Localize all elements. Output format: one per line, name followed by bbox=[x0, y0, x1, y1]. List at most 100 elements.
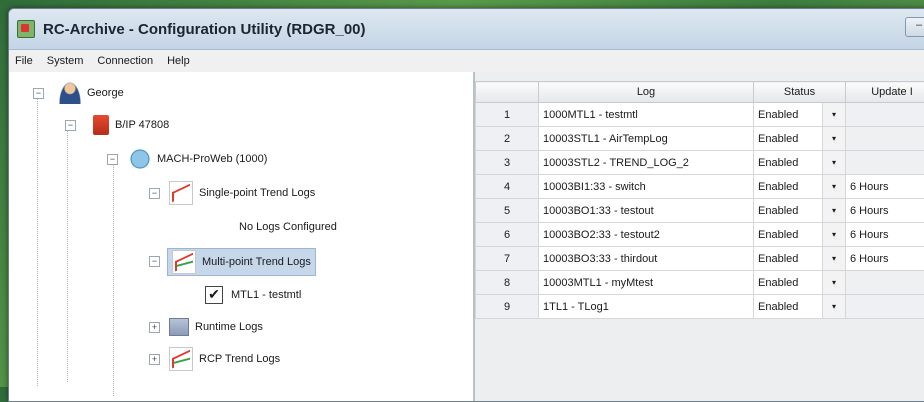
app-window: RC-Archive - Configuration Utility (RDGR… bbox=[8, 8, 924, 402]
update-cell[interactable]: 6 Hours bbox=[846, 247, 924, 271]
device-tree: − George − B/IP 47808 − MACH-ProWeb (100… bbox=[9, 72, 475, 401]
tree-node-root[interactable]: George bbox=[59, 82, 124, 104]
log-cell[interactable]: 10003STL1 - AirTempLog bbox=[539, 127, 754, 151]
table-row[interactable]: 11000MTL1 - testmtlEnabled▾ bbox=[476, 103, 924, 127]
update-cell[interactable] bbox=[846, 151, 924, 175]
status-cell[interactable]: Enabled bbox=[754, 199, 823, 223]
server-icon bbox=[93, 115, 109, 135]
tree-label-controller: MACH-ProWeb (1000) bbox=[157, 153, 267, 165]
window-title: RC-Archive - Configuration Utility (RDGR… bbox=[43, 21, 366, 38]
status-cell[interactable]: Enabled bbox=[754, 103, 823, 127]
network-controller-icon bbox=[129, 148, 151, 170]
expand-icon[interactable]: + bbox=[149, 322, 160, 333]
log-cell[interactable]: 1000MTL1 - testmtl bbox=[539, 103, 754, 127]
dropdown-arrow-icon[interactable]: ▾ bbox=[823, 199, 846, 223]
log-cell[interactable]: 10003BO3:33 - thirdout bbox=[539, 247, 754, 271]
log-grid-pane: Log Status Update I 11000MTL1 - testmtlE… bbox=[475, 72, 924, 401]
log-cell[interactable]: 1TL1 - TLog1 bbox=[539, 295, 754, 319]
row-number: 4 bbox=[476, 175, 539, 199]
status-column-header[interactable]: Status bbox=[754, 82, 846, 103]
table-row[interactable]: 410003BI1:33 - switchEnabled▾6 Hours bbox=[476, 175, 924, 199]
row-number: 5 bbox=[476, 199, 539, 223]
row-number: 8 bbox=[476, 271, 539, 295]
tree-label-rcp: RCP Trend Logs bbox=[199, 353, 280, 365]
tree-label-root: George bbox=[87, 87, 124, 99]
tree-label-device: B/IP 47808 bbox=[115, 119, 169, 131]
collapse-icon[interactable]: − bbox=[65, 120, 76, 131]
status-cell[interactable]: Enabled bbox=[754, 223, 823, 247]
menu-help[interactable]: Help bbox=[167, 55, 190, 67]
menu-system[interactable]: System bbox=[47, 55, 84, 67]
tree-label-mtl1: MTL1 - testmtl bbox=[231, 289, 301, 301]
rcp-trend-icon bbox=[169, 347, 193, 371]
update-cell[interactable]: 6 Hours bbox=[846, 223, 924, 247]
trend-chart-icon bbox=[169, 181, 193, 205]
collapse-icon[interactable]: − bbox=[33, 88, 44, 99]
tree-node-rcp[interactable]: RCP Trend Logs bbox=[169, 348, 280, 370]
status-cell[interactable]: Enabled bbox=[754, 151, 823, 175]
dropdown-arrow-icon[interactable]: ▾ bbox=[823, 271, 846, 295]
app-icon bbox=[17, 20, 35, 38]
tree-node-multi-point[interactable]: Multi-point Trend Logs bbox=[167, 248, 316, 276]
update-cell[interactable] bbox=[846, 295, 924, 319]
menu-file[interactable]: File bbox=[15, 55, 33, 67]
table-row[interactable]: 710003BO3:33 - thirdoutEnabled▾6 Hours bbox=[476, 247, 924, 271]
log-cell[interactable]: 10003BO2:33 - testout2 bbox=[539, 223, 754, 247]
tree-node-no-logs: No Logs Configured bbox=[239, 216, 337, 238]
log-cell[interactable]: 10003MTL1 - myMtest bbox=[539, 271, 754, 295]
tree-label-multi-point: Multi-point Trend Logs bbox=[202, 256, 311, 268]
multi-trend-chart-icon bbox=[172, 250, 196, 274]
minimize-button[interactable]: – bbox=[905, 17, 924, 37]
tree-label-runtime: Runtime Logs bbox=[195, 321, 263, 333]
status-cell[interactable]: Enabled bbox=[754, 271, 823, 295]
table-row[interactable]: 810003MTL1 - myMtestEnabled▾ bbox=[476, 271, 924, 295]
table-row[interactable]: 510003BO1:33 - testoutEnabled▾6 Hours bbox=[476, 199, 924, 223]
dropdown-arrow-icon[interactable]: ▾ bbox=[823, 223, 846, 247]
dropdown-arrow-icon[interactable]: ▾ bbox=[823, 295, 846, 319]
menu-connection[interactable]: Connection bbox=[97, 55, 153, 67]
update-cell[interactable]: 6 Hours bbox=[846, 175, 924, 199]
update-cell[interactable] bbox=[846, 103, 924, 127]
row-number-header bbox=[476, 82, 539, 103]
status-cell[interactable]: Enabled bbox=[754, 127, 823, 151]
row-number: 9 bbox=[476, 295, 539, 319]
tree-node-controller[interactable]: MACH-ProWeb (1000) bbox=[129, 148, 267, 170]
row-number: 6 bbox=[476, 223, 539, 247]
status-cell[interactable]: Enabled bbox=[754, 247, 823, 271]
collapse-icon[interactable]: − bbox=[149, 256, 160, 267]
menu-bar: File System Connection Help bbox=[9, 50, 924, 73]
row-number: 1 bbox=[476, 103, 539, 127]
dropdown-arrow-icon[interactable]: ▾ bbox=[823, 151, 846, 175]
collapse-icon[interactable]: − bbox=[149, 188, 160, 199]
row-number: 7 bbox=[476, 247, 539, 271]
update-cell[interactable] bbox=[846, 271, 924, 295]
dropdown-arrow-icon[interactable]: ▾ bbox=[823, 103, 846, 127]
dropdown-arrow-icon[interactable]: ▾ bbox=[823, 247, 846, 271]
collapse-icon[interactable]: − bbox=[107, 154, 118, 165]
expand-icon[interactable]: + bbox=[149, 354, 160, 365]
update-column-header[interactable]: Update I bbox=[846, 82, 924, 103]
tree-label-single-point: Single-point Trend Logs bbox=[199, 187, 315, 199]
dropdown-arrow-icon[interactable]: ▾ bbox=[823, 127, 846, 151]
update-cell[interactable]: 6 Hours bbox=[846, 199, 924, 223]
user-icon bbox=[59, 82, 81, 104]
tree-node-single-point[interactable]: Single-point Trend Logs bbox=[169, 182, 315, 204]
title-bar: RC-Archive - Configuration Utility (RDGR… bbox=[9, 9, 924, 50]
dropdown-arrow-icon[interactable]: ▾ bbox=[823, 175, 846, 199]
status-cell[interactable]: Enabled bbox=[754, 295, 823, 319]
table-row[interactable]: 91TL1 - TLog1Enabled▾ bbox=[476, 295, 924, 319]
mtl1-checkbox[interactable]: ✔ bbox=[205, 286, 223, 304]
log-column-header[interactable]: Log bbox=[539, 82, 754, 103]
status-cell[interactable]: Enabled bbox=[754, 175, 823, 199]
tree-node-runtime[interactable]: Runtime Logs bbox=[169, 316, 263, 338]
table-row[interactable]: 610003BO2:33 - testout2Enabled▾6 Hours bbox=[476, 223, 924, 247]
table-row[interactable]: 210003STL1 - AirTempLogEnabled▾ bbox=[476, 127, 924, 151]
table-row[interactable]: 310003STL2 - TREND_LOG_2Enabled▾ bbox=[476, 151, 924, 175]
update-cell[interactable] bbox=[846, 127, 924, 151]
log-cell[interactable]: 10003BO1:33 - testout bbox=[539, 199, 754, 223]
tree-node-mtl1[interactable]: ✔ MTL1 - testmtl bbox=[205, 284, 301, 306]
tree-node-device[interactable]: B/IP 47808 bbox=[91, 114, 169, 136]
log-cell[interactable]: 10003BI1:33 - switch bbox=[539, 175, 754, 199]
runtime-log-icon bbox=[169, 318, 189, 336]
log-cell[interactable]: 10003STL2 - TREND_LOG_2 bbox=[539, 151, 754, 175]
